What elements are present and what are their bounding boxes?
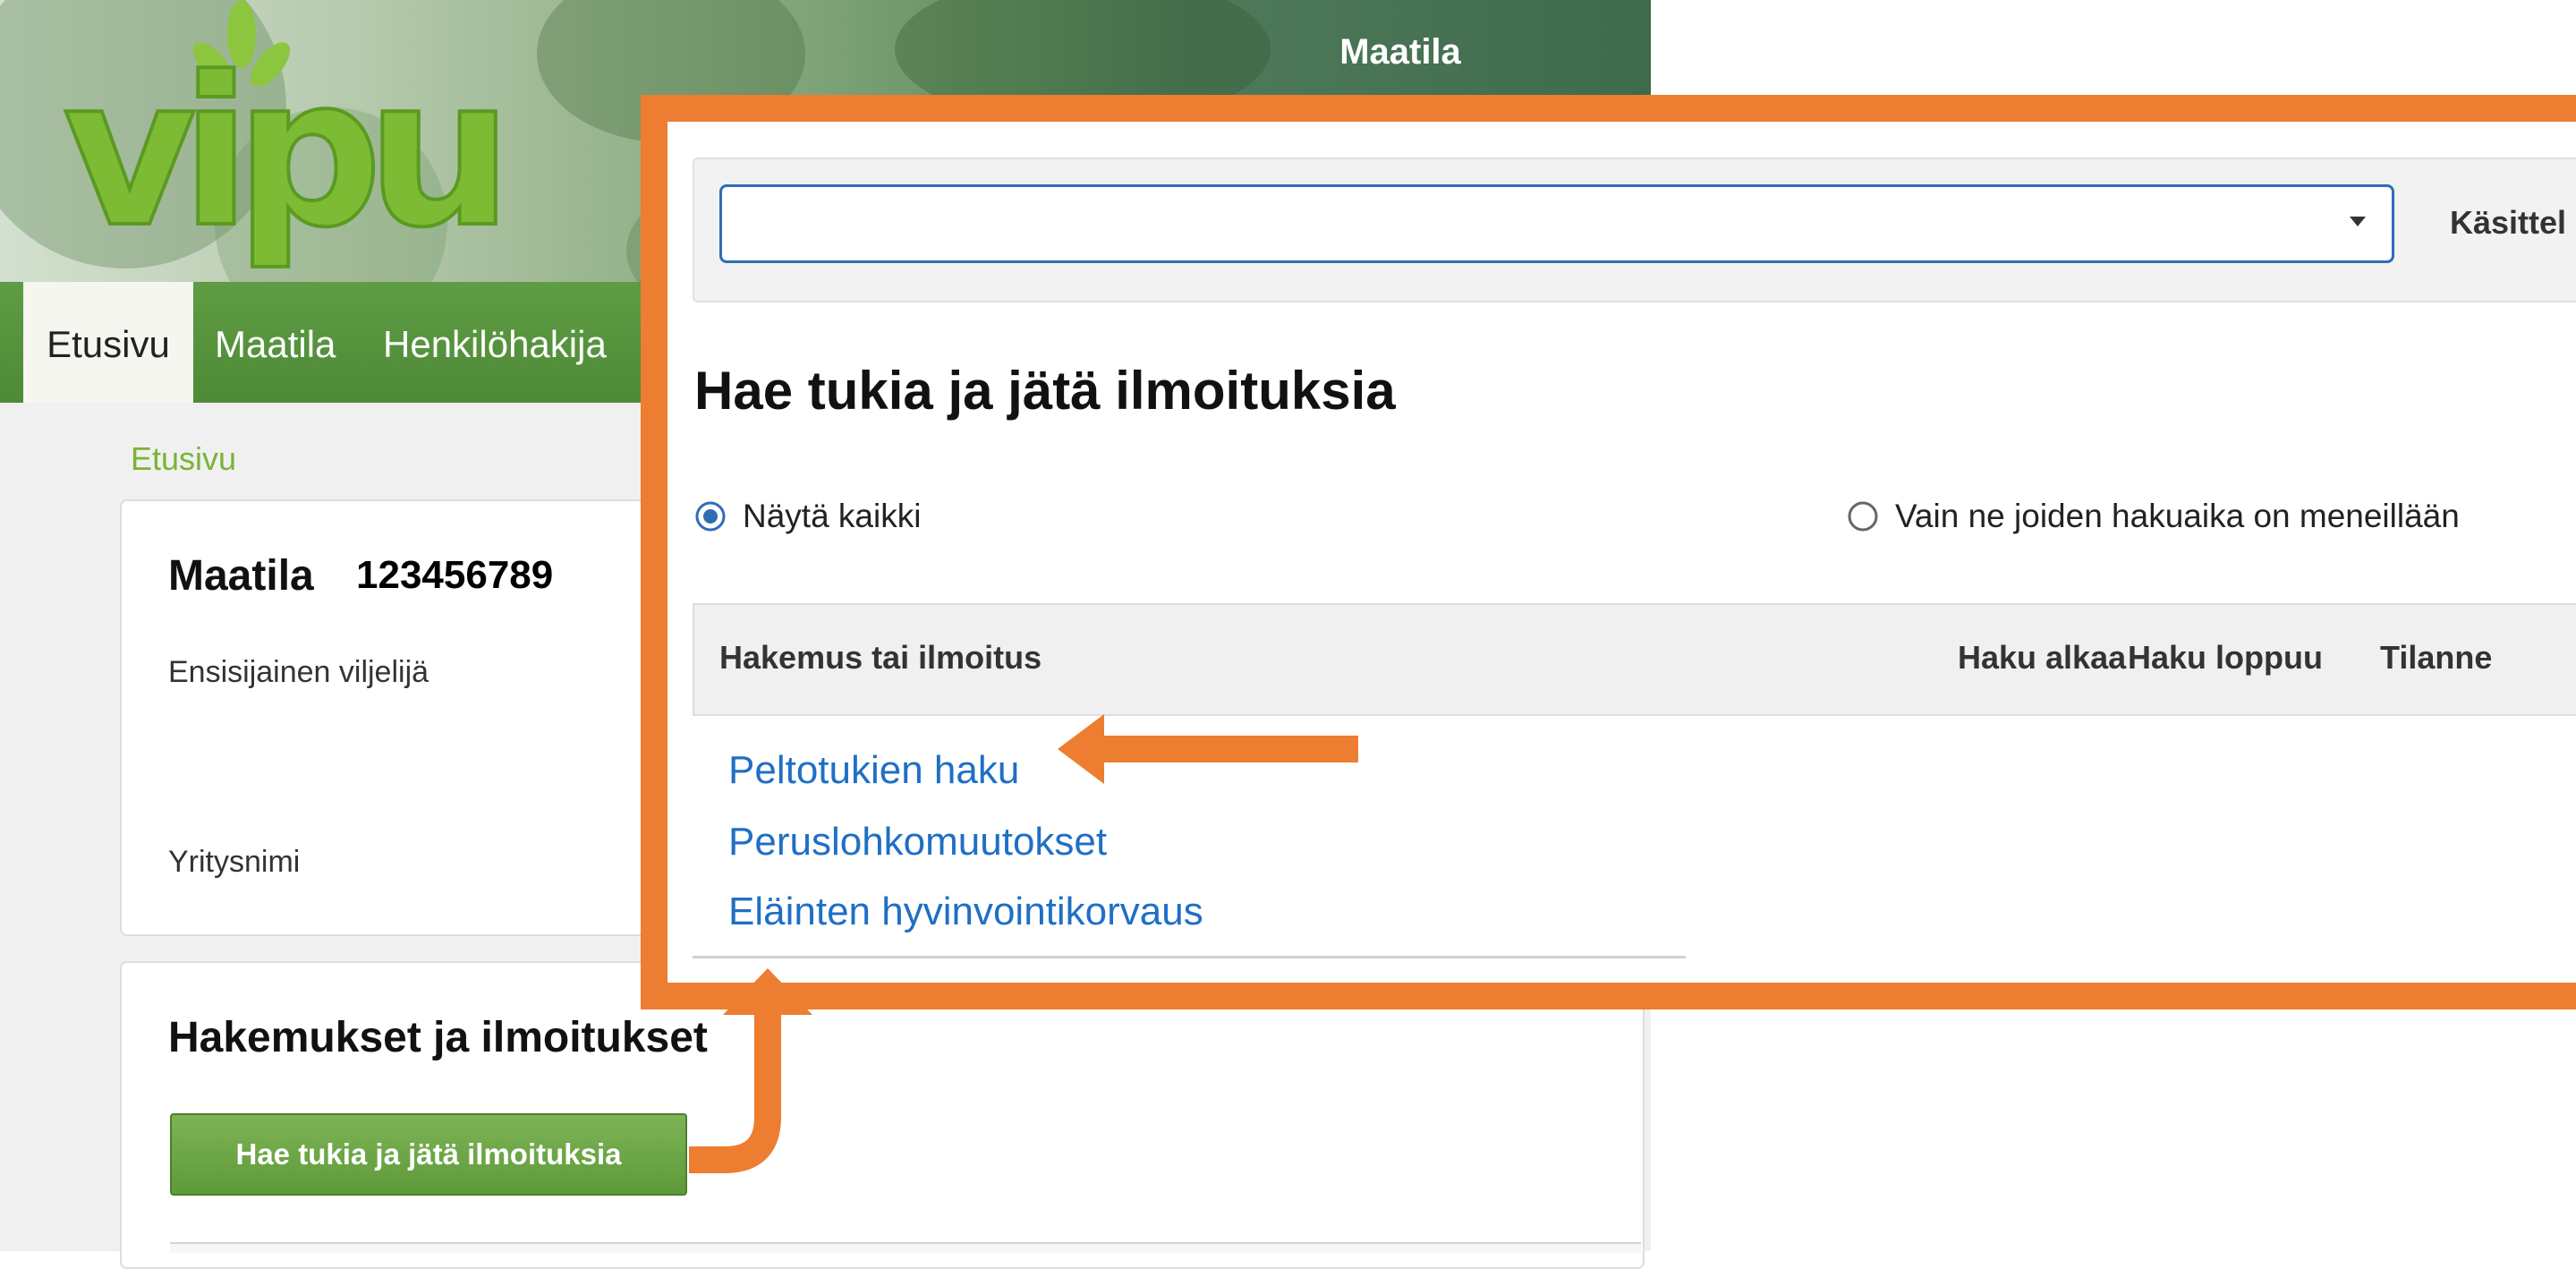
application-link-elainten-hyvinvointikorvaus[interactable]: Eläinten hyvinvointikorvaus xyxy=(728,890,1203,934)
chevron-down-icon[interactable] xyxy=(2347,210,2368,232)
column-header-status[interactable]: Tilanne xyxy=(2380,639,2492,677)
table-divider xyxy=(693,956,1686,958)
filter-show-all-label: Näytä kaikki xyxy=(743,498,922,534)
column-header-application[interactable]: Hakemus tai ilmoitus xyxy=(719,639,1041,677)
column-header-start[interactable]: Haku alkaa xyxy=(1958,639,2126,677)
arrow-left-annotation xyxy=(1058,714,1358,784)
program-select[interactable] xyxy=(719,184,2394,263)
arrow-up-annotation xyxy=(689,968,812,1173)
nav-item-maatila[interactable]: Maatila xyxy=(215,282,336,403)
nav-item-henkilohakija[interactable]: Henkilöhakija xyxy=(383,282,607,403)
primary-farmer-label: Ensisijainen viljelijä xyxy=(168,655,429,689)
applications-table-header: Hakemus tai ilmoitus Haku alkaa Haku lop… xyxy=(693,603,2576,716)
filter-bar: Käsittel xyxy=(693,158,2576,302)
filter-open-only-label: Vain ne joiden hakuaika on meneillään xyxy=(1895,498,2460,534)
vipu-logo[interactable]: vipu xyxy=(63,0,546,277)
column-header-end[interactable]: Haku loppuu xyxy=(2128,639,2323,677)
header-title: Maatila xyxy=(1339,32,1461,72)
panel-title: Hae tukia ja jätä ilmoituksia xyxy=(694,361,1396,421)
application-link-peruslohkomuutokset[interactable]: Peruslohkomuutokset xyxy=(728,820,1107,864)
nav-item-etusivu[interactable]: Etusivu xyxy=(23,282,193,403)
farm-card-title: Maatila xyxy=(168,552,314,600)
breadcrumb[interactable]: Etusivu xyxy=(131,440,236,478)
processing-label: Käsittel xyxy=(2450,204,2567,241)
filter-open-only[interactable]: Vain ne joiden hakuaika on meneillään xyxy=(1847,498,2460,535)
farm-id: 123456789 xyxy=(356,553,554,597)
radio-unselected-icon[interactable] xyxy=(1847,500,1879,532)
zoom-callout-panel: Käsittel Hae tukia ja jätä ilmoituksia N… xyxy=(641,95,2576,1009)
apply-support-button[interactable]: Hae tukia ja jätä ilmoituksia xyxy=(170,1113,687,1196)
applications-card-title: Hakemukset ja ilmoitukset xyxy=(168,1014,708,1061)
logo-text: vipu xyxy=(63,34,497,273)
filter-show-all[interactable]: Näytä kaikki xyxy=(694,498,921,535)
applications-table-edge xyxy=(170,1242,1641,1253)
company-name-label: Yritysnimi xyxy=(168,845,301,879)
application-link-peltotukien-haku[interactable]: Peltotukien haku xyxy=(728,748,1019,793)
radio-selected-icon[interactable] xyxy=(694,500,727,532)
